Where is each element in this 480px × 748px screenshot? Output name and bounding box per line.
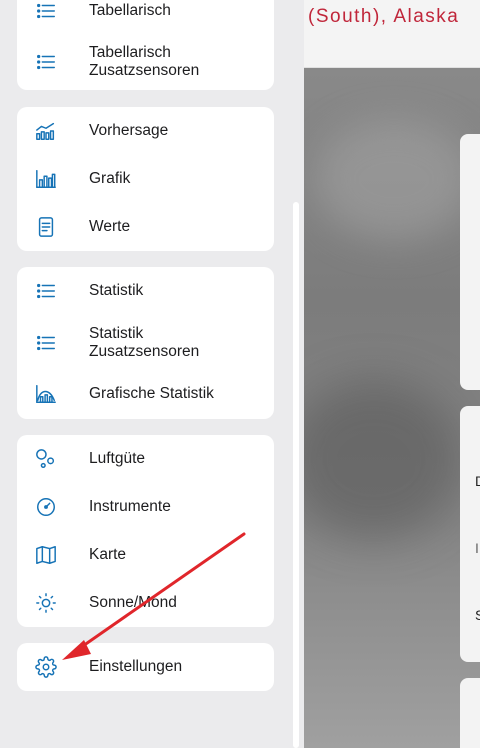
- list-icon: [34, 279, 58, 303]
- sidebar-item-statistik-zusatzsensoren[interactable]: Statistik Zusatzsensoren: [17, 323, 274, 363]
- air-quality-icon: [34, 447, 58, 471]
- sidebar-item-grafik[interactable]: Grafik: [17, 167, 274, 191]
- background-cloud: [314, 120, 474, 240]
- sidebar-item-statistik[interactable]: Statistik: [17, 279, 274, 303]
- sidebar-item-label: Einstellungen: [89, 658, 183, 675]
- bar-chart-icon: [34, 167, 58, 191]
- nav-group-tools: Luftgüte Instrumente Karte Sonne/Mond: [17, 435, 274, 627]
- nav-group-tables: Tabellarisch Tabellarisch Zusatzsensoren: [17, 0, 274, 90]
- sidebar-scrollbar-thumb[interactable]: [293, 202, 299, 748]
- list-icon: [34, 331, 58, 355]
- gauge-icon: [34, 495, 58, 519]
- sidebar-item-label: Werte: [89, 218, 131, 235]
- sidebar-item-label: Instrumente: [89, 498, 171, 515]
- sidebar-item-label: Vorhersage: [89, 122, 169, 139]
- forecast-chart-icon: [34, 119, 58, 143]
- sidebar-item-label: Karte: [89, 546, 127, 563]
- sidebar-item-tabellarisch[interactable]: Tabellarisch: [17, 0, 274, 22]
- nav-group-settings: Einstellungen: [17, 643, 274, 691]
- sidebar-item-werte[interactable]: Werte: [17, 215, 274, 239]
- graph-statistics-icon: [34, 382, 58, 406]
- nav-group-statistics: Statistik Statistik Zusatzsensoren Grafi…: [17, 267, 274, 419]
- card-text-fragment: S: [475, 607, 480, 623]
- sidebar-item-label: Tabellarisch: [89, 2, 171, 19]
- nav-group-forecast: Vorhersage Grafik Werte: [17, 107, 274, 251]
- list-icon: [34, 50, 58, 74]
- header-bar: (South), Alaska: [304, 0, 480, 68]
- sidebar-item-einstellungen[interactable]: Einstellungen: [17, 655, 274, 679]
- sidebar-item-tabellarisch-zusatzsensoren[interactable]: Tabellarisch Zusatzsensoren: [17, 42, 274, 82]
- sun-icon: [34, 591, 58, 615]
- station-location: (South), Alaska: [308, 6, 460, 27]
- sidebar-item-luftguete[interactable]: Luftgüte: [17, 447, 274, 471]
- sidebar-item-instrumente[interactable]: Instrumente: [17, 495, 274, 519]
- document-icon: [34, 215, 58, 239]
- gear-icon: [34, 655, 58, 679]
- main-content: (South), Alaska D I S: [304, 0, 480, 748]
- sidebar-item-label: Statistik Zusatzsensoren: [89, 325, 200, 360]
- sidebar-item-karte[interactable]: Karte: [17, 543, 274, 567]
- sidebar-item-grafische-statistik[interactable]: Grafische Statistik: [17, 382, 274, 406]
- sidebar-item-label: Luftgüte: [89, 450, 146, 467]
- sidebar-item-label: Sonne/Mond: [89, 594, 177, 611]
- card-text-fragment: D: [475, 473, 480, 489]
- content-card[interactable]: [460, 406, 480, 662]
- list-icon: [34, 0, 58, 23]
- background-cloud: [304, 380, 464, 540]
- sidebar-nav: Tabellarisch Tabellarisch Zusatzsensoren…: [0, 0, 290, 748]
- sidebar-item-label: Grafik: [89, 170, 131, 187]
- sidebar-item-vorhersage[interactable]: Vorhersage: [17, 119, 274, 143]
- content-card[interactable]: [460, 678, 480, 748]
- sidebar-item-sonne-mond[interactable]: Sonne/Mond: [17, 591, 274, 615]
- sidebar-item-label: Grafische Statistik: [89, 385, 214, 402]
- sidebar-item-label: Tabellarisch Zusatzsensoren: [89, 44, 200, 79]
- content-card[interactable]: [460, 134, 480, 390]
- card-text-fragment: I: [475, 540, 479, 556]
- map-icon: [34, 543, 58, 567]
- sidebar-item-label: Statistik: [89, 282, 144, 299]
